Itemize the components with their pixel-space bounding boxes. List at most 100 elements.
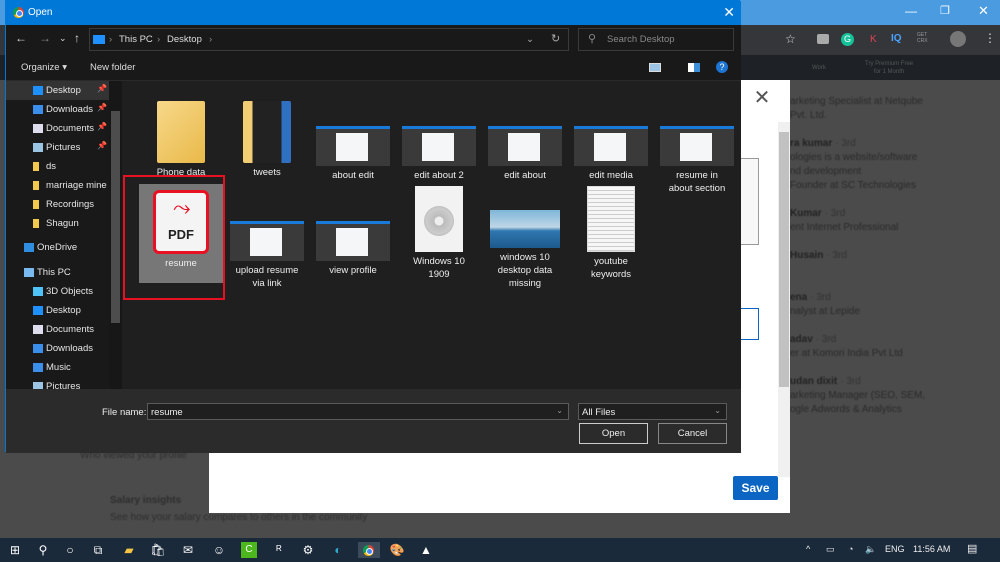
app-r-icon[interactable]: ᴿ (271, 542, 287, 558)
store-icon[interactable]: 🛍 (150, 542, 166, 558)
volume-icon[interactable]: 🔈 (865, 544, 876, 555)
sidebar-item-this-pc[interactable]: This PC (6, 263, 109, 282)
pin-icon[interactable]: 📌 (97, 103, 107, 112)
clock[interactable]: 11:56 AM (913, 544, 950, 554)
wifi-icon[interactable]: ◔ (848, 544, 853, 554)
file-item[interactable]: view profile (311, 184, 395, 277)
file-item[interactable]: tweets (225, 89, 309, 179)
person-entry[interactable]: adav · 3rd er at Komori India Pvt Ltd (790, 333, 990, 361)
save-button[interactable]: Save (733, 476, 778, 500)
pin-icon[interactable]: 📌 (97, 122, 107, 131)
file-item[interactable]: upload resume via link (225, 184, 309, 290)
open-button[interactable]: Open (579, 423, 648, 444)
file-item[interactable]: youtube keywords (569, 184, 653, 281)
work-menu[interactable]: Work (812, 65, 826, 71)
person-entry[interactable]: udan dixit · 3rd arketing Manager (SEO, SE… (790, 375, 990, 417)
file-item[interactable]: edit about (483, 89, 567, 182)
search-icon[interactable]: ⚲ (35, 542, 51, 558)
sidebar-item-downloads[interactable]: Downloads (6, 339, 109, 358)
new-folder-button[interactable]: New folder (90, 62, 135, 73)
edge-icon[interactable]: ◐ (330, 542, 346, 558)
file-item[interactable]: edit about 2 (397, 89, 481, 182)
sidebar-item-documents[interactable]: Documents (6, 320, 109, 339)
task-view-icon[interactable]: ⧉ (90, 542, 106, 558)
extension-iq-icon[interactable]: IQ (891, 33, 902, 44)
person-entry[interactable]: Kumar · 3rd ent Internet Professional (790, 207, 990, 235)
sidebar-item-pictures[interactable]: Pictures 📌 (6, 138, 109, 157)
organize-button[interactable]: Organize ▾ (21, 62, 67, 73)
change-view-icon[interactable] (649, 63, 661, 72)
sidebar-item-desktop[interactable]: Desktop 📌 (6, 81, 109, 100)
search-box[interactable]: ⚲ Search Desktop (578, 28, 734, 51)
back-icon[interactable]: ← (15, 31, 27, 45)
sidebar-item-music[interactable]: Music (6, 358, 109, 377)
person-entry[interactable]: Husain · 3rd (790, 249, 990, 277)
pin-icon[interactable]: 📌 (97, 84, 107, 93)
photos-icon[interactable]: ▲ (418, 542, 434, 558)
address-bar[interactable]: › This PC › Desktop › ⌄ ↻ (89, 28, 569, 51)
app-icon[interactable]: ☺ (211, 542, 227, 558)
sidebar-item-desktop[interactable]: Desktop (6, 301, 109, 320)
up-icon[interactable]: ↑ (74, 31, 80, 45)
file-item[interactable]: resume in about section (655, 89, 739, 195)
modal-textarea[interactable] (740, 158, 759, 245)
mail-icon[interactable]: ✉ (180, 542, 196, 558)
file-explorer-icon[interactable]: ▰ (121, 542, 137, 558)
battery-icon[interactable]: ▭ (826, 544, 835, 555)
language-indicator[interactable]: ENG (885, 544, 905, 554)
settings-icon[interactable]: ⚙ (300, 542, 316, 558)
close-icon[interactable]: ✕ (978, 3, 989, 19)
recent-chevron-icon[interactable]: ⌄ (59, 33, 67, 44)
modal-input[interactable] (740, 308, 759, 340)
modal-close-icon[interactable]: ✕ (752, 88, 772, 108)
dialog-close-icon[interactable]: ✕ (723, 4, 735, 21)
camera-icon[interactable] (817, 34, 829, 44)
restore-icon[interactable]: ❐ (940, 4, 950, 17)
file-item[interactable]: windows 10 desktop data missing (483, 184, 567, 290)
sidebar-item-shagun[interactable]: Shagun (6, 214, 109, 233)
refresh-icon[interactable]: ↻ (551, 32, 560, 45)
camtasia-icon[interactable]: C (241, 542, 257, 558)
sidebar-item-downloads[interactable]: Downloads 📌 (6, 100, 109, 119)
breadcrumb-desktop[interactable]: Desktop (167, 34, 202, 45)
file-item[interactable]: edit media (569, 89, 653, 182)
modal-scrollbar[interactable] (778, 122, 790, 477)
sidebar-item-documents[interactable]: Documents 📌 (6, 119, 109, 138)
person-entry[interactable]: ra kumar · 3rd ologies is a website/softwa… (790, 137, 990, 193)
preview-pane-icon[interactable] (688, 63, 700, 72)
file-item[interactable]: Phone data (139, 89, 223, 179)
sidebar-item-marriage-mine[interactable]: marriage mine (6, 176, 109, 195)
chrome-taskbar-icon[interactable] (358, 542, 380, 558)
person-entry[interactable]: ena · 3rd nalyst at Lepide (790, 291, 990, 319)
address-dropdown-icon[interactable]: ⌄ (526, 34, 534, 45)
bookmark-star-icon[interactable]: ☆ (785, 32, 796, 46)
sidebar-item-3d-objects[interactable]: 3D Objects (6, 282, 109, 301)
start-icon[interactable]: ⊞ (7, 542, 23, 558)
help-icon[interactable]: ? (716, 61, 728, 73)
sidebar-item-ds[interactable]: ds (6, 157, 109, 176)
file-type-select[interactable]: All Files ⌄ (578, 403, 727, 420)
sidebar-item-recordings[interactable]: Recordings (6, 195, 109, 214)
navigation-pane-scrollbar[interactable] (109, 81, 122, 389)
chevron-down-icon[interactable]: ⌄ (556, 406, 563, 415)
tray-chevron-icon[interactable]: ^ (806, 544, 810, 554)
file-name-input[interactable]: resume ⌄ (147, 403, 569, 420)
chevron-down-icon[interactable]: ⌄ (714, 406, 721, 415)
profile-avatar[interactable] (950, 31, 966, 47)
file-item[interactable]: about edit (311, 89, 395, 182)
extension-k-icon[interactable]: K (870, 34, 877, 45)
breadcrumb-this-pc[interactable]: This PC (119, 34, 153, 45)
paint-icon[interactable]: 🎨 (389, 542, 405, 558)
minimize-icon[interactable]: — (905, 4, 917, 18)
grammarly-icon[interactable]: G (841, 33, 854, 46)
notifications-icon[interactable]: ▤ (967, 542, 977, 555)
cancel-button[interactable]: Cancel (658, 423, 727, 444)
sidebar-item-onedrive[interactable]: OneDrive (6, 238, 109, 257)
forward-icon[interactable]: → (39, 31, 51, 45)
person-entry[interactable]: arketing Specialist at Netqube Pvt. Ltd. (790, 95, 990, 123)
menu-icon[interactable]: ⋮ (984, 31, 996, 45)
pin-icon[interactable]: 📌 (97, 141, 107, 150)
extension-getcrx-icon[interactable]: GET CRX (917, 32, 928, 44)
premium-link[interactable]: Try Premium Free for 1 Month (865, 60, 913, 76)
cortana-icon[interactable]: ○ (62, 542, 78, 558)
